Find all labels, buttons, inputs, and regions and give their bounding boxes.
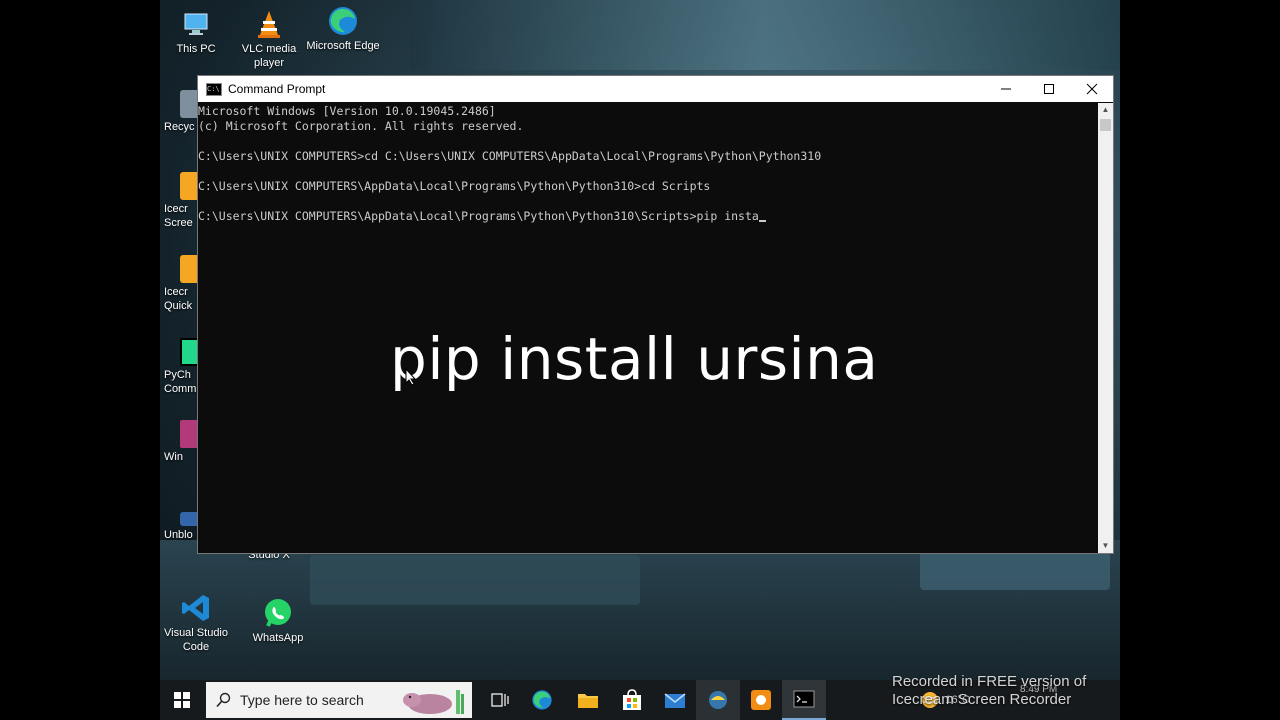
computer-icon bbox=[180, 8, 212, 40]
taskbar-file-explorer[interactable] bbox=[566, 680, 610, 720]
console-line: C:\Users\UNIX COMPUTERS>cd C:\Users\UNIX… bbox=[198, 149, 822, 163]
desktop-icon-label: This PC bbox=[176, 43, 216, 55]
desktop-icon-label: Icecr Quick bbox=[164, 286, 193, 312]
task-view-button[interactable] bbox=[482, 680, 518, 720]
whatsapp-icon bbox=[262, 597, 294, 629]
close-button[interactable] bbox=[1070, 76, 1113, 102]
desktop-icon-vlc[interactable]: VLC media player bbox=[230, 8, 308, 70]
search-box[interactable]: Type here to search bbox=[206, 682, 472, 718]
desktop-icon-whatsapp[interactable]: WhatsApp bbox=[239, 597, 317, 645]
wallpaper-keyboard bbox=[310, 555, 640, 605]
overlay-caption: pip install ursina bbox=[390, 325, 879, 393]
mail-icon bbox=[664, 693, 686, 708]
cmd-icon: C:\ bbox=[206, 82, 222, 96]
console-line: C:\Users\UNIX COMPUTERS\AppData\Local\Pr… bbox=[198, 179, 711, 193]
text-cursor bbox=[758, 220, 766, 222]
vertical-scrollbar[interactable]: ▲ ▼ bbox=[1098, 103, 1113, 553]
watermark-line: Icecream Screen Recorder bbox=[892, 691, 1072, 708]
cmd-icon bbox=[793, 690, 815, 708]
console-line: (c) Microsoft Corporation. All rights re… bbox=[198, 119, 524, 133]
desktop-icon-label: PyCh Comm bbox=[164, 369, 197, 395]
recorder-watermark: Recorded in FREE version of Icecream Scr… bbox=[892, 673, 1086, 709]
wallpaper-wall bbox=[410, 0, 1120, 70]
scrollbar-thumb[interactable] bbox=[1100, 119, 1111, 131]
search-placeholder: Type here to search bbox=[240, 692, 364, 708]
scroll-down-arrow-icon[interactable]: ▼ bbox=[1098, 539, 1113, 553]
window-title: Command Prompt bbox=[228, 82, 326, 96]
mouse-pointer-icon bbox=[405, 368, 417, 386]
desktop-icon-vscode[interactable]: Visual Studio Code bbox=[160, 592, 235, 654]
edge-icon bbox=[327, 5, 359, 37]
desktop-icon-label: Microsoft Edge bbox=[306, 40, 380, 52]
desktop-icon-label: Visual Studio Code bbox=[163, 627, 228, 653]
edge-icon bbox=[532, 690, 552, 710]
console-input-line: C:\Users\UNIX COMPUTERS\AppData\Local\Pr… bbox=[198, 209, 1096, 224]
folder-icon bbox=[578, 694, 598, 708]
python-installer-icon bbox=[709, 691, 727, 709]
taskbar-command-prompt[interactable] bbox=[782, 680, 826, 720]
scroll-up-arrow-icon[interactable]: ▲ bbox=[1098, 103, 1113, 117]
desktop-icon-label: Icecr Scree bbox=[164, 203, 193, 229]
desktop-icon-edge[interactable]: Microsoft Edge bbox=[304, 5, 382, 53]
window-titlebar[interactable]: C:\ Command Prompt bbox=[198, 76, 1113, 102]
taskbar-store[interactable] bbox=[610, 680, 654, 720]
vlc-cone-icon bbox=[253, 8, 285, 40]
store-bag-icon bbox=[623, 689, 641, 710]
start-button[interactable] bbox=[160, 680, 204, 720]
desktop-icon-label: WhatsApp bbox=[252, 632, 304, 644]
wallpaper-keyboard bbox=[920, 550, 1110, 590]
command-prompt-window[interactable]: C:\ Command Prompt Microsoft Windows [Ve… bbox=[197, 75, 1114, 554]
icecream-recorder-icon bbox=[751, 690, 771, 710]
taskbar-icecream[interactable] bbox=[740, 680, 782, 720]
desktop-icon-this-pc[interactable]: This PC bbox=[160, 8, 235, 56]
minimize-button[interactable] bbox=[984, 76, 1027, 102]
windows-logo-icon bbox=[174, 692, 190, 708]
console-line: C:\Users\UNIX COMPUTERS\AppData\Local\Pr… bbox=[198, 209, 759, 223]
vscode-icon bbox=[180, 592, 212, 624]
maximize-button[interactable] bbox=[1027, 76, 1070, 102]
console-line: Microsoft Windows [Version 10.0.19045.24… bbox=[198, 104, 496, 118]
desktop-icon-label: VLC media player bbox=[241, 43, 297, 69]
search-icon bbox=[216, 692, 231, 708]
taskbar-edge[interactable] bbox=[518, 680, 566, 720]
task-view-icon bbox=[491, 693, 509, 707]
watermark-line: Recorded in FREE version of bbox=[892, 673, 1087, 690]
hippo-search-highlight-icon bbox=[403, 690, 464, 714]
taskbar-app-running[interactable] bbox=[696, 680, 740, 720]
taskbar-mail[interactable] bbox=[654, 680, 696, 720]
